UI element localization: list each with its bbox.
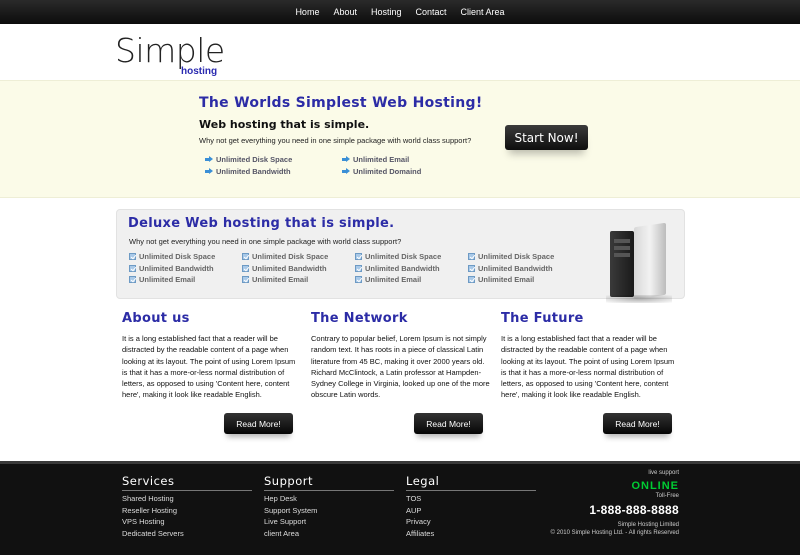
deluxe-feature-column: Unlimited Disk Space Unlimited Bandwidth…	[242, 251, 328, 286]
footer-link[interactable]: Hep Desk	[264, 493, 394, 505]
logo[interactable]: Simple hosting	[115, 31, 225, 77]
hero-banner: The Worlds Simplest Web Hosting! Web hos…	[0, 80, 800, 198]
footer-link[interactable]: Reseller Hosting	[122, 505, 252, 517]
checkbox-icon	[355, 253, 362, 261]
deluxe-feature: Unlimited Disk Space	[355, 251, 441, 263]
deluxe-feature-column: Unlimited Disk Space Unlimited Bandwidth…	[355, 251, 441, 286]
section-body: It is a long established fact that a rea…	[501, 334, 675, 400]
deluxe-feature: Unlimited Email	[468, 274, 554, 286]
future-section: The Future It is a long established fact…	[501, 311, 681, 401]
deluxe-feature: Unlimited Email	[242, 274, 328, 286]
nav-about[interactable]: About	[326, 7, 364, 17]
about-us-section: About us It is a long established fact t…	[122, 311, 302, 401]
footer-link[interactable]: VPS Hosting	[122, 516, 252, 528]
arrow-icon	[342, 156, 350, 163]
checkbox-icon	[468, 276, 475, 284]
logo-main-text: Simple	[115, 31, 225, 70]
read-more-button[interactable]: Read More!	[414, 413, 483, 434]
deluxe-feature: Unlimited Email	[129, 274, 215, 286]
deluxe-feature: Unlimited Disk Space	[242, 251, 328, 263]
deluxe-hosting-box: Deluxe Web hosting that is simple. Why n…	[116, 209, 685, 299]
section-title: About us	[122, 311, 190, 326]
footer-link[interactable]: Support System	[264, 505, 394, 517]
toll-free-label: Toll-Free	[655, 493, 679, 499]
live-support-label: live support	[648, 470, 679, 476]
footer-link[interactable]: Dedicated Servers	[122, 528, 252, 540]
hero-feature-label: Unlimited Email	[353, 155, 410, 164]
footer-contact: live support ONLINE Toll-Free 1-888-888-…	[551, 470, 679, 536]
deluxe-feature: Unlimited Bandwidth	[468, 263, 554, 275]
footer: Services Shared Hosting Reseller Hosting…	[0, 461, 800, 555]
deluxe-feature: Unlimited Bandwidth	[129, 263, 215, 275]
deluxe-feature: Unlimited Disk Space	[129, 251, 215, 263]
section-body: It is a long established fact that a rea…	[122, 334, 296, 400]
checkbox-icon	[355, 264, 362, 272]
deluxe-feature: Unlimited Email	[355, 274, 441, 286]
hero-feature-label: Unlimited Domaind	[353, 167, 422, 176]
logo-sub-text: hosting	[181, 66, 218, 77]
nav-hosting[interactable]: Hosting	[364, 7, 409, 17]
arrow-icon	[342, 168, 350, 175]
arrow-icon	[205, 156, 213, 163]
checkbox-icon	[242, 264, 249, 272]
hero-feature: Unlimited Bandwidth	[205, 167, 291, 176]
company-name: Simple Hosting Limited	[617, 522, 679, 528]
nav-home[interactable]: Home	[288, 7, 326, 17]
logo-band: Simple hosting	[0, 24, 800, 80]
hero-subtitle: Web hosting that is simple.	[199, 118, 370, 131]
nav-client-area[interactable]: Client Area	[454, 7, 512, 17]
deluxe-feature: Unlimited Bandwidth	[355, 263, 441, 275]
hero-title: The Worlds Simplest Web Hosting!	[199, 95, 483, 111]
start-now-button[interactable]: Start Now!	[505, 125, 588, 150]
checkbox-icon	[242, 253, 249, 261]
checkbox-icon	[468, 264, 475, 272]
checkbox-icon	[129, 276, 136, 284]
checkbox-icon	[355, 276, 362, 284]
hero-feature: Unlimited Domaind	[342, 167, 421, 176]
hero-feature-label: Unlimited Disk Space	[216, 155, 293, 164]
read-more-button[interactable]: Read More!	[603, 413, 672, 434]
phone-number: 1-888-888-8888	[589, 503, 679, 517]
network-section: The Network Contrary to popular belief, …	[311, 311, 491, 401]
footer-heading: Services	[122, 474, 252, 491]
deluxe-feature-column: Unlimited Disk Space Unlimited Bandwidth…	[129, 251, 215, 286]
footer-heading: Support	[264, 474, 394, 491]
checkbox-icon	[129, 253, 136, 261]
footer-support: Support Hep Desk Support System Live Sup…	[264, 474, 394, 539]
arrow-icon	[205, 168, 213, 175]
copyright: © 2010 Simple Hosting Ltd. - All rights …	[550, 530, 679, 536]
section-title: The Network	[311, 311, 408, 326]
top-nav: Home About Hosting Contact Client Area	[0, 0, 800, 24]
hero-description: Why not get everything you need in one s…	[199, 136, 472, 145]
footer-legal: Legal TOS AUP Privacy Affiliates	[406, 474, 536, 539]
footer-link[interactable]: TOS	[406, 493, 536, 505]
online-status[interactable]: ONLINE	[551, 480, 679, 492]
footer-link[interactable]: Affiliates	[406, 528, 536, 540]
section-title: The Future	[501, 311, 584, 326]
footer-link[interactable]: client Area	[264, 528, 394, 540]
read-more-button[interactable]: Read More!	[224, 413, 293, 434]
checkbox-icon	[129, 264, 136, 272]
deluxe-feature: Unlimited Disk Space	[468, 251, 554, 263]
footer-services: Services Shared Hosting Reseller Hosting…	[122, 474, 252, 539]
hero-feature: Unlimited Email	[342, 155, 409, 164]
checkbox-icon	[468, 253, 475, 261]
footer-link[interactable]: Live Support	[264, 516, 394, 528]
deluxe-feature-column: Unlimited Disk Space Unlimited Bandwidth…	[468, 251, 554, 286]
footer-link[interactable]: Shared Hosting	[122, 493, 252, 505]
hero-feature: Unlimited Disk Space	[205, 155, 292, 164]
nav-contact[interactable]: Contact	[409, 7, 454, 17]
server-icon	[606, 222, 672, 303]
deluxe-description: Why not get everything you need in one s…	[129, 237, 402, 246]
hero-feature-label: Unlimited Bandwidth	[216, 167, 291, 176]
footer-link[interactable]: AUP	[406, 505, 536, 517]
footer-heading: Legal	[406, 474, 536, 491]
deluxe-feature: Unlimited Bandwidth	[242, 263, 328, 275]
deluxe-title: Deluxe Web hosting that is simple.	[128, 216, 395, 231]
footer-link[interactable]: Privacy	[406, 516, 536, 528]
section-body: Contrary to popular belief, Lorem Ipsum …	[311, 334, 490, 400]
checkbox-icon	[242, 276, 249, 284]
